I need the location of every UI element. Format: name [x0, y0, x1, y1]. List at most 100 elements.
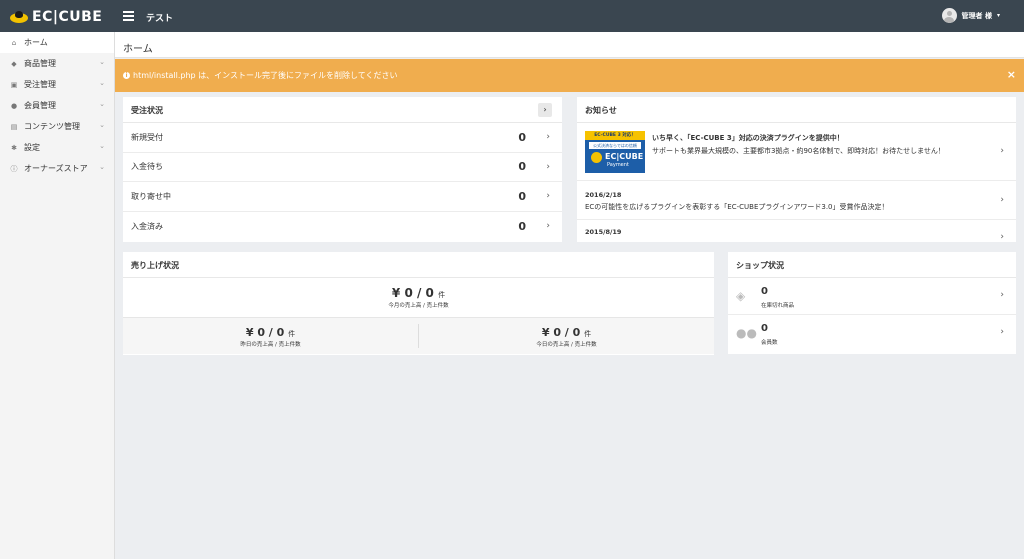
info-icon: i	[123, 72, 130, 79]
order-status-row[interactable]: 取り寄せ中 0 ›	[123, 182, 562, 212]
monthly-sales-value: ¥ 0 / 0	[391, 286, 434, 300]
yesterday-sales-value: ¥ 0 / 0	[245, 326, 285, 339]
shop-count: 0	[761, 323, 768, 334]
order-status-panel: 受注状況 › 新規受付 0 › 入金待ち 0 › 取り寄せ中 0 › 入金済み 0 ›	[123, 97, 562, 242]
logo[interactable]: EC|CUBE	[10, 7, 102, 27]
panel-title: ショップ状況	[736, 261, 784, 270]
news-date: 2016/2/18	[585, 191, 622, 199]
order-status-label: 入金済み	[131, 221, 163, 231]
avatar	[941, 8, 957, 23]
banner-payment: Payment	[607, 162, 629, 168]
order-status-row[interactable]: 入金待ち 0 ›	[123, 153, 562, 182]
today-sales-caption: 今日の売上高 / 売上件数	[536, 342, 597, 348]
caret-down-icon: ▾	[996, 12, 1000, 19]
news-panel: お知らせ EC-CUBE 3 対応！ 公式決済ならではの信頼 EC|CUBE P…	[577, 97, 1016, 242]
chevron-right-icon: ›	[546, 221, 550, 232]
sales-status-panel: 売り上げ状況 ¥ 0 / 0 件 今月の売上高 / 売上件数 ¥ 0 / 0 件…	[123, 252, 714, 355]
shop-status-row[interactable]: ◈ 0 在庫切れ商品 ›	[728, 278, 1016, 315]
coin-icon	[591, 152, 602, 163]
home-icon: ⌂	[11, 38, 17, 47]
order-status-label: 取り寄せ中	[131, 191, 171, 201]
sidebar-item-label: ホーム	[24, 38, 48, 47]
panel-title: 受注状況	[131, 106, 163, 115]
chevron-right-icon: ›	[546, 191, 550, 202]
page-title: ホーム	[115, 32, 1024, 58]
user-name: 管理者 様	[961, 11, 992, 20]
tag-icon: ◆	[11, 59, 17, 68]
banner-sub: 公式決済ならではの信頼	[589, 142, 641, 149]
sidebar: ⌂ ホーム ◆ 商品管理 ⌄ ▣ 受注管理 ⌄ ● 会員管理 ⌄ ▤ コンテンツ管理 ⌄ ✱ 設定 ⌄ ⓘ オーナー…	[0, 32, 115, 559]
news-body: サポートも業界最大規模の、主要都市3拠点・約90名体制で、即時対応！お待たせしま…	[652, 147, 945, 155]
order-status-label: 新規受付	[131, 132, 163, 142]
order-count: 0	[518, 189, 526, 203]
chevron-right-icon: ›	[1000, 327, 1004, 337]
sidebar-item[interactable]: ⌂ ホーム	[0, 32, 114, 53]
daily-sales: ¥ 0 / 0 件 昨日の売上高 / 売上件数 ¥ 0 / 0 件 今日の売上高…	[123, 318, 714, 354]
order-count: 0	[518, 130, 526, 144]
chevron-down-icon: ⌄	[99, 121, 105, 129]
panel-header: お知らせ	[577, 97, 1016, 123]
logo-mark-icon	[10, 11, 28, 23]
sidebar-item[interactable]: ✱ 設定 ⌄	[0, 137, 114, 158]
shop-status-panel: ショップ状況 ◈ 0 在庫切れ商品 › ●● 0 会員数 ›	[728, 252, 1016, 354]
today-sales: ¥ 0 / 0 件 今日の売上高 / 売上件数	[419, 318, 714, 354]
sidebar-item-label: 受注管理	[24, 80, 56, 89]
chevron-down-icon: ⌄	[99, 163, 105, 171]
chevron-right-icon: ›	[1000, 146, 1004, 156]
news-item[interactable]: EC-CUBE 3 対応！ 公式決済ならではの信頼 EC|CUBE Paymen…	[577, 123, 1016, 181]
top-bar: EC|CUBE テスト 管理者 様 ▾	[0, 0, 1024, 32]
order-status-label: 入金待ち	[131, 162, 163, 172]
cart-icon: ▣	[10, 80, 18, 89]
chevron-right-icon: ›	[1000, 232, 1004, 242]
close-icon[interactable]: ×	[1007, 68, 1016, 81]
alert-text: html/install.php は、インストール完了後にファイルを削除してくだ…	[133, 71, 398, 80]
gear-icon: ✱	[11, 143, 17, 152]
sidebar-item[interactable]: ◆ 商品管理 ⌄	[0, 53, 114, 74]
banner-headline: EC-CUBE 3 対応！	[585, 131, 645, 140]
chevron-down-icon: ⌄	[99, 58, 105, 66]
panel-title: 売り上げ状況	[131, 261, 179, 270]
sidebar-item-label: 会員管理	[24, 101, 56, 110]
chevron-right-button[interactable]: ›	[538, 103, 552, 117]
panel-header: 受注状況 ›	[123, 97, 562, 123]
menu-toggle-icon[interactable]	[123, 11, 134, 21]
shop-label: 会員数	[761, 340, 778, 346]
order-count: 0	[518, 219, 526, 233]
today-sales-value: ¥ 0 / 0	[541, 326, 581, 339]
sidebar-item[interactable]: ● 会員管理 ⌄	[0, 95, 114, 116]
chevron-right-icon: ›	[546, 161, 550, 172]
chevron-right-icon: ›	[546, 132, 550, 143]
sidebar-item-label: オーナーズストア	[24, 164, 88, 173]
user-menu[interactable]: 管理者 様 ▾	[941, 8, 1000, 23]
shop-label: 在庫切れ商品	[761, 303, 795, 309]
news-title: いち早く、「EC-CUBE 3」対応の決済プラグインを提供中！	[652, 134, 844, 142]
panel-title: お知らせ	[585, 106, 617, 115]
order-status-row[interactable]: 新規受付 0 ›	[123, 123, 562, 153]
shop-name: テスト	[146, 14, 174, 24]
sidebar-item[interactable]: ▤ コンテンツ管理 ⌄	[0, 116, 114, 137]
users-group-icon: ●●	[736, 326, 757, 340]
shop-status-row[interactable]: ●● 0 会員数 ›	[728, 315, 1016, 352]
chevron-down-icon: ⌄	[99, 100, 105, 108]
shop-count: 0	[761, 286, 768, 297]
sidebar-item-label: 商品管理	[24, 59, 56, 68]
yesterday-sales-caption: 昨日の売上高 / 売上件数	[240, 342, 301, 348]
order-status-row[interactable]: 入金済み 0 ›	[123, 212, 562, 242]
unit-label: 件	[584, 330, 592, 338]
news-item[interactable]: 2015/8/19 ›	[577, 220, 1016, 242]
sidebar-item[interactable]: ⓘ オーナーズストア ⌄	[0, 158, 114, 179]
sidebar-item-label: コンテンツ管理	[24, 122, 80, 131]
yesterday-sales: ¥ 0 / 0 件 昨日の売上高 / 売上件数	[123, 318, 418, 354]
chevron-right-icon: ›	[1000, 195, 1004, 205]
news-item[interactable]: 2016/2/18 ECの可能性を広げるプラグインを表彰する「EC-CUBEプラ…	[577, 181, 1016, 220]
sidebar-item[interactable]: ▣ 受注管理 ⌄	[0, 74, 114, 95]
unit-label: 件	[438, 291, 446, 299]
chevron-right-icon: ›	[1000, 290, 1004, 300]
unit-label: 件	[288, 330, 296, 338]
info-icon: ⓘ	[10, 164, 18, 173]
chevron-down-icon: ⌄	[99, 142, 105, 150]
chevron-down-icon: ⌄	[99, 79, 105, 87]
logo-text: EC|CUBE	[32, 9, 103, 25]
tags-icon: ◈	[736, 289, 746, 303]
file-icon: ▤	[10, 122, 18, 131]
